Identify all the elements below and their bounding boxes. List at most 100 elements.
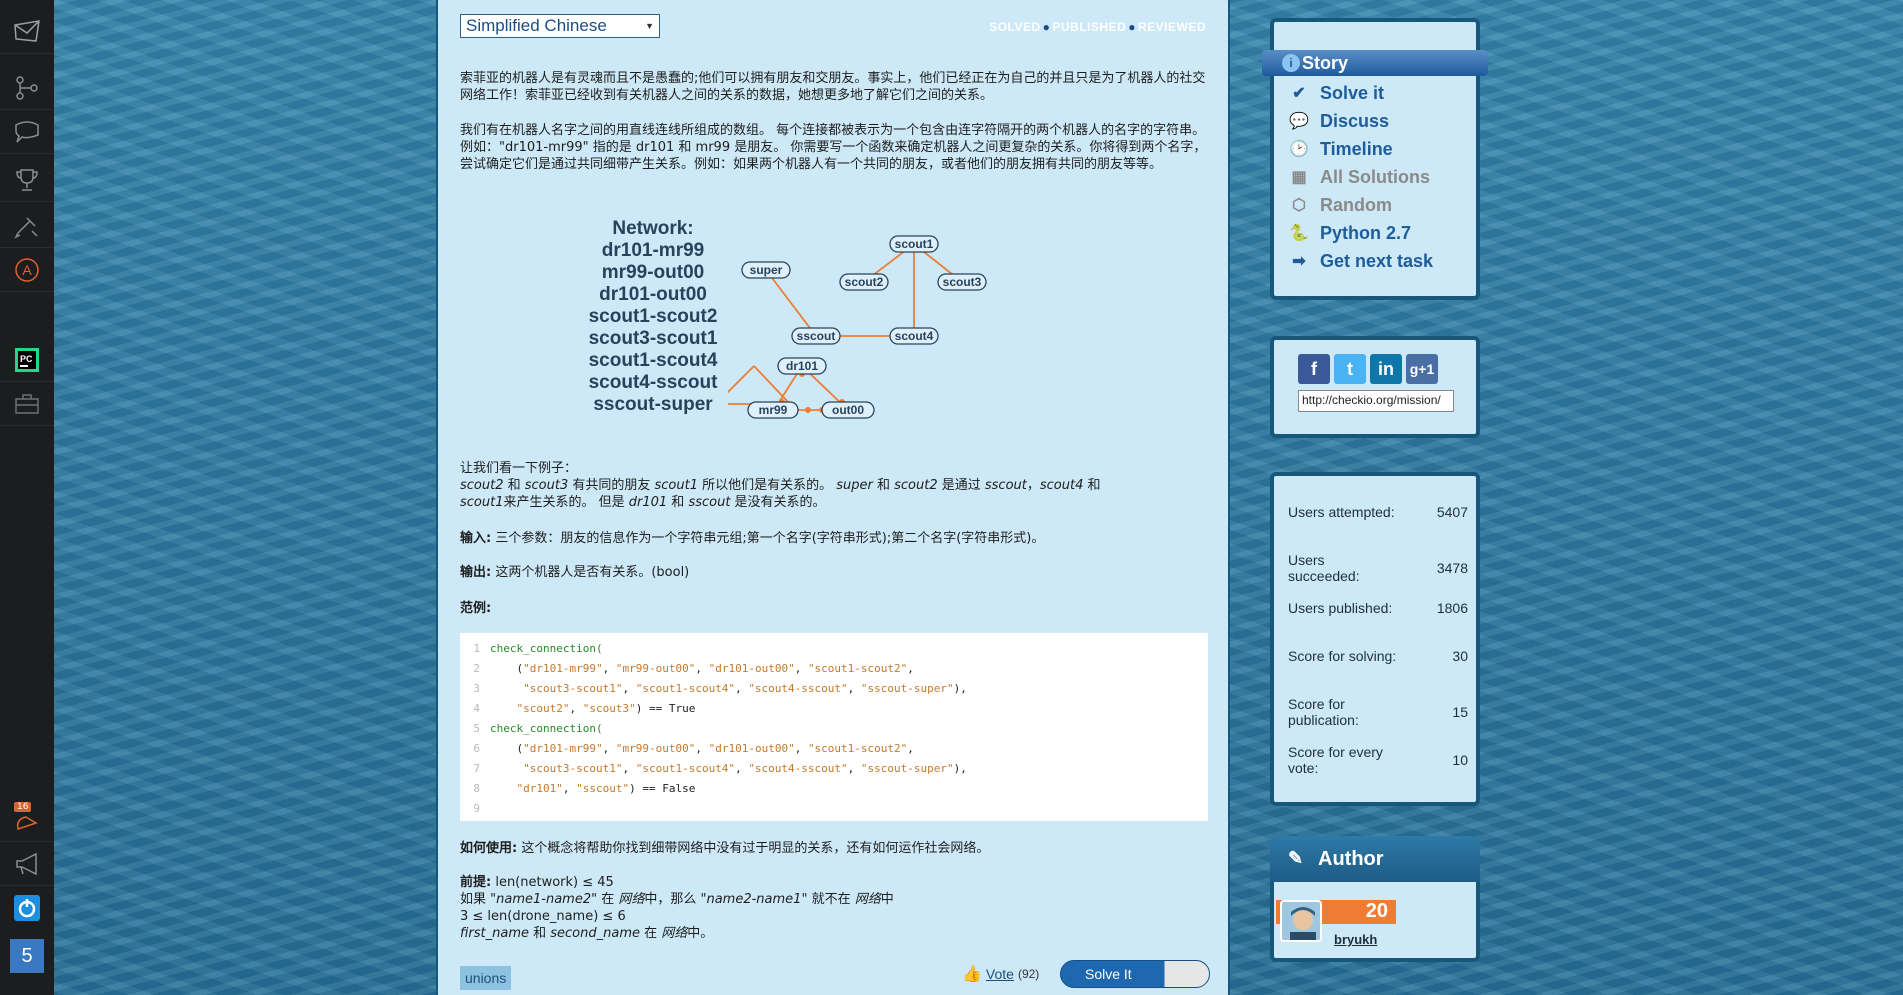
google-plus-icon[interactable]: g+1	[1406, 354, 1438, 384]
share-panel: f t in g+1 http://checkio.org/mission/	[1270, 336, 1480, 438]
avatar	[1280, 900, 1322, 942]
status-reviewed: REVIEWED	[1137, 20, 1206, 34]
preconditions: 前提: len(network) ≤ 45 如果 "name1-name2" 在…	[460, 875, 894, 941]
network-item: scout1-scout2	[588, 306, 718, 327]
facebook-icon[interactable]: f	[1298, 354, 1330, 384]
status-published: PUBLISHED	[1052, 20, 1127, 34]
logo-envelope-icon[interactable]	[0, 10, 54, 54]
arrow-right-icon: ➡	[1292, 253, 1306, 270]
status-solved: SOLVED	[989, 20, 1041, 34]
notification-badge: 16	[14, 802, 32, 812]
solve-it-button[interactable]: Solve It	[1060, 960, 1210, 988]
twitter-icon[interactable]: t	[1334, 354, 1366, 384]
blocks-icon: ▦	[1291, 169, 1307, 186]
level-number: 5	[10, 939, 44, 973]
node-label: out00	[832, 403, 864, 417]
stat-row: Users published: 1806	[1288, 600, 1468, 616]
language-select[interactable]: Simplified Chinese ▼	[460, 14, 660, 38]
node-label: scout1	[895, 237, 934, 251]
tree-icon[interactable]	[0, 66, 54, 110]
author-header: ✎ Author	[1270, 836, 1480, 882]
pycharm-icon[interactable]: PC	[0, 338, 54, 382]
mission-nav-panel: i Story ✔ Solve it 💬 Discuss 🕑 Timeline ▦ Al…	[1262, 18, 1488, 300]
description-paragraph: 我们有在机器人名字之间的用直线连线所组成的数组。 每个连接都被表示为一个包含由连…	[460, 123, 1207, 172]
nav-get-next-task[interactable]: ➡ Get next task	[1288, 250, 1433, 272]
vote-link[interactable]: Vote	[986, 966, 1014, 982]
language-value: Simplified Chinese	[466, 16, 607, 35]
mission-status: SOLVED ● PUBLISHED ● REVIEWED	[989, 20, 1206, 34]
network-item: scout1-scout4	[588, 350, 718, 371]
author-name[interactable]: bryukh	[1334, 932, 1377, 947]
example-heading: 范例:	[460, 601, 492, 616]
clock-icon: 🕑	[1289, 141, 1309, 158]
cube-icon: ⬡	[1292, 197, 1306, 214]
thumbs-up-icon: 👍	[962, 966, 982, 983]
linkedin-icon[interactable]: in	[1370, 354, 1402, 384]
input-description: 输入: 三个参数：朋友的信息作为一个字符串元组;第一个名字(字符串形式);第二个…	[460, 531, 1045, 546]
node-label: mr99	[759, 403, 788, 417]
chevron-down-icon: ▼	[645, 21, 654, 31]
stat-row: Users succeeded: 3478	[1288, 552, 1468, 584]
network-item: scout3-scout1	[588, 328, 718, 349]
tag-unions[interactable]: unions	[460, 966, 512, 990]
node-label: super	[750, 263, 783, 277]
chat-icon[interactable]	[0, 110, 54, 154]
level-indicator[interactable]: 5	[0, 934, 54, 978]
info-icon: i	[1282, 54, 1300, 72]
stat-row: Score for solving: 30	[1288, 648, 1468, 664]
example-line-1: scout2 和 scout3 有共同的朋友 scout1 所以他们是有关系的。…	[460, 478, 1101, 493]
example-intro-label: 让我们看一下例子：	[460, 461, 578, 476]
nav-story[interactable]: i Story	[1262, 50, 1488, 76]
svg-text:PC: PC	[20, 354, 33, 364]
output-description: 输出: 这两个机器人是否有关系。(bool)	[460, 565, 690, 580]
node-label: scout4	[895, 329, 934, 343]
nav-solve-it[interactable]: ✔ Solve it	[1288, 82, 1384, 104]
megaphone-icon[interactable]	[0, 842, 54, 886]
share-icons: f t in g+1	[1298, 354, 1438, 384]
network-list: Network: dr101-mr99 mr99-out00 dr101-out…	[558, 218, 748, 416]
author-card[interactable]: 20 bryukh	[1270, 882, 1480, 962]
share-url-field[interactable]: http://checkio.org/mission/	[1298, 390, 1454, 412]
network-item: sscout-super	[593, 394, 713, 415]
author-title: Author	[1318, 847, 1384, 870]
stat-row: Score for publication: 15	[1288, 696, 1468, 728]
mission-content: Simplified Chinese ▼ SOLVED ● PUBLISHED ● RE…	[436, 0, 1230, 995]
tools-icon[interactable]	[0, 204, 54, 248]
network-item: scout4-sscout	[588, 372, 718, 393]
pencil-icon: ✎	[1288, 848, 1304, 868]
speech-bubble-icon: 💬	[1289, 113, 1309, 130]
network-title: Network:	[612, 218, 694, 239]
power-icon[interactable]	[0, 886, 54, 930]
notifications-icon[interactable]: 16	[0, 798, 54, 842]
vote-count: (92)	[1017, 967, 1040, 981]
intro-paragraph: 索菲亚的机器人是有灵魂而且不是愚蠢的;他们可以拥有朋友和交朋友。事实上，他们已经…	[460, 71, 1206, 103]
nav-random[interactable]: ⬡ Random	[1288, 194, 1392, 216]
left-sidebar: A PC 16 5	[0, 0, 54, 995]
briefcase-icon[interactable]	[0, 382, 54, 426]
node-label: sscout	[797, 329, 836, 343]
network-item: mr99-out00	[601, 262, 705, 283]
nav-timeline[interactable]: 🕑 Timeline	[1288, 138, 1393, 160]
trophy-icon[interactable]	[0, 158, 54, 202]
node-label: scout2	[845, 275, 884, 289]
stat-row: Score for every vote: 10	[1288, 744, 1468, 776]
python-icon: 🐍	[1289, 225, 1309, 242]
stats-panel: Users attempted: 5407 Users succeeded: 347…	[1270, 472, 1480, 806]
vote-control[interactable]: 👍 Vote (92)	[962, 964, 1039, 984]
node-label: dr101	[786, 359, 818, 373]
example-intro: 让我们看一下例子： scout2 和 scout3 有共同的朋友 scout1 …	[460, 460, 1210, 511]
code-example: 1 check_connection( 2 ("dr101-mr99", "mr9…	[460, 633, 1208, 821]
checkmark-icon: ✔	[1292, 85, 1306, 102]
network-graph-lower: dr101 mr99 out00	[747, 357, 875, 419]
nav-all-solutions[interactable]: ▦ All Solutions	[1288, 166, 1430, 188]
achievement-icon[interactable]: A	[0, 248, 54, 292]
usage-description: 如何使用: 这个概念将帮助你找到细带网络中没有过于明显的关系，还有如何运作社会网…	[460, 841, 990, 856]
nav-story-label: Story	[1302, 52, 1349, 73]
nav-discuss[interactable]: 💬 Discuss	[1288, 110, 1389, 132]
nav-python-version[interactable]: 🐍 Python 2.7	[1288, 222, 1411, 244]
example-line-2: scout1来产生关系的。 但是 dr101 和 sscout 是没有关系的。	[460, 495, 826, 510]
stat-row: Users attempted: 5407	[1288, 504, 1468, 520]
network-item: dr101-out00	[599, 284, 707, 305]
svg-text:A: A	[22, 262, 32, 278]
network-item: dr101-mr99	[601, 240, 705, 261]
